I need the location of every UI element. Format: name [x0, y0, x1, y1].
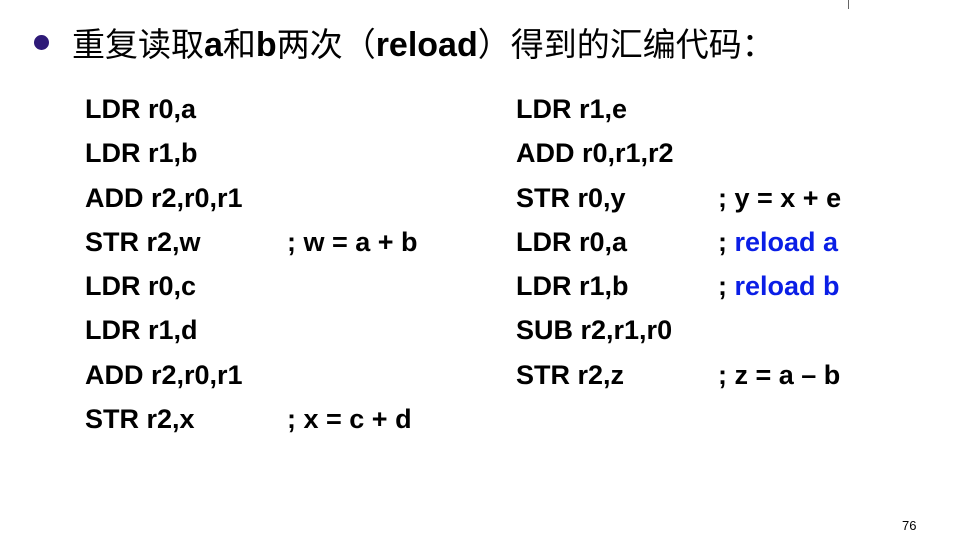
code-instruction: LDR r0,a — [85, 94, 197, 124]
code-comment: ; reload a — [718, 223, 838, 262]
title-var-a: a — [204, 26, 223, 64]
code-instruction: STR r2,w — [85, 226, 201, 257]
code-instruction: LDR r1,b — [85, 138, 198, 169]
code-instruction: ADD r2,r0,r1 — [85, 359, 243, 390]
page-number: 76 — [902, 518, 917, 533]
top-tick-mark — [848, 0, 849, 9]
code-instruction: LDR r0,a — [516, 226, 628, 257]
title-part-1: 重复读取 — [72, 25, 204, 64]
comment-prefix: ; — [718, 182, 735, 213]
code-comment: ; z = a – b — [718, 356, 840, 395]
code-comment: ; x = c + d — [287, 404, 412, 435]
code-instruction: LDR r1,b — [516, 271, 629, 302]
title-part-2: 和 — [222, 25, 256, 64]
code-instruction: LDR r1,e — [516, 94, 628, 124]
code-comment: ; reload b — [718, 267, 840, 306]
comment-prefix: ; — [718, 359, 735, 390]
code-instruction: ADD r2,r0,r1 — [85, 182, 243, 213]
title-part-3: 两次（ — [276, 25, 376, 64]
code-comment: ; y = x + e — [718, 179, 841, 218]
comment-text: z = a – b — [734, 359, 841, 390]
code-instruction: LDR r0,c — [85, 271, 197, 302]
code-instruction: LDR r1,d — [85, 315, 198, 346]
title-part-4: ）得到的汇编代码： — [477, 25, 775, 64]
reload-comment-highlight: reload b — [734, 271, 840, 302]
code-instruction: ADD r0,r1,r2 — [516, 138, 674, 169]
title-var-b: b — [255, 26, 277, 64]
comment-text: y = x + e — [734, 182, 842, 213]
code-instruction: STR r2,x — [85, 404, 195, 435]
code-instruction: STR r2,z — [516, 359, 625, 390]
code-instruction: SUB r2,r1,r0 — [516, 315, 673, 346]
code-comment: ; w = a + b — [287, 226, 418, 257]
bullet-icon — [34, 35, 49, 50]
code-instruction: STR r0,y — [516, 182, 626, 213]
slide-title: 重复读取a和b两次（reload）得到的汇编代码： — [72, 18, 775, 66]
comment-prefix: ; — [718, 271, 735, 302]
reload-comment-highlight: reload a — [734, 226, 839, 257]
comment-prefix: ; — [718, 226, 735, 257]
title-reload: reload — [375, 26, 478, 64]
